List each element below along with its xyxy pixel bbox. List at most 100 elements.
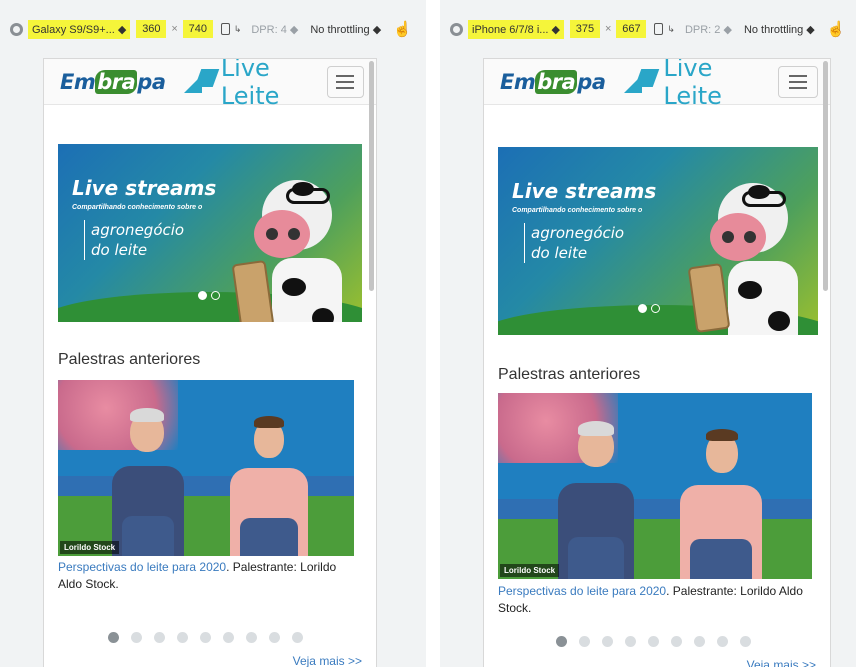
hero-carousel-dots [638,304,660,313]
speaker-right [226,416,312,556]
video-caption: Lorildo Stock [500,564,560,577]
pagination-dot[interactable] [671,636,682,647]
height-input[interactable]: 740 [182,20,213,38]
video-thumbnail[interactable]: Lorildo Stock [498,393,812,579]
pagination-dot[interactable] [717,636,728,647]
see-more-link[interactable]: Veja mais >> [747,658,816,667]
pagination-dot[interactable] [556,636,567,647]
live-leite-text: Live Leite [220,58,280,110]
talk-link[interactable]: Perspectivas do leite para 2020 [58,560,226,574]
hero-dot[interactable] [651,304,660,313]
live-leite-logo[interactable]: Live Leite [623,59,779,110]
embrapa-logo-part-1: Em [500,69,536,94]
pagination-dot[interactable] [223,632,234,643]
devtools-pane-right: iPhone 6/7/8 i... ◆ 375 × 667 ↳ DPR: 2 ◆… [440,0,856,667]
touch-hand-icon[interactable]: ☝ [827,20,846,38]
hamburger-menu-icon[interactable] [326,65,364,98]
live-leite-mark-icon [183,69,215,95]
cow-nostril [722,231,734,243]
hero-subtitle: Compartilhando conhecimento sobre o [512,207,643,214]
hamburger-menu-icon[interactable] [778,65,818,98]
pagination-dot[interactable] [246,632,257,643]
chrome-icon [10,22,23,36]
pagination-dots [108,632,303,643]
page-scrollbar[interactable] [823,61,828,291]
hero-tagline: agronegócio do leite [524,223,624,263]
hero-banner[interactable]: Live streams Compartilhando conhecimento… [58,144,362,322]
pagination-dot[interactable] [740,636,751,647]
device-toolbar: iPhone 6/7/8 i... ◆ 375 × 667 ↳ DPR: 2 ◆… [440,14,856,44]
speaker-left [108,406,188,556]
site-navbar: Embrapa Live Leite [44,59,376,110]
rotate-device-icon[interactable] [654,23,664,35]
device-select[interactable]: Galaxy S9/S9+... ◆ [28,19,131,39]
pagination-dot[interactable] [625,636,636,647]
page-scrollbar[interactable] [369,61,374,291]
pagination-dot[interactable] [200,632,211,643]
pagination-dot[interactable] [694,636,705,647]
pagination-dot[interactable] [154,632,165,643]
hero-tagline-line-2: do leite [91,241,148,259]
talk-description: Perspectivas do leite para 2020. Palestr… [58,559,358,593]
hero-subtitle: Compartilhando conhecimento sobre o [72,204,203,211]
touch-hand-icon[interactable]: ☝ [393,20,412,38]
video-caption: Lorildo Stock [60,541,120,554]
rotate-arrow-icon: ↳ [233,23,242,34]
embrapa-logo[interactable]: Embrapa [60,69,166,94]
rotate-arrow-icon: ↳ [667,23,675,34]
throttling-value: No throttling [310,23,370,36]
width-input[interactable]: 375 [569,20,600,38]
pagination-dot[interactable] [292,632,303,643]
cow-mascot [687,173,808,335]
dpr-value: DPR: 4 [251,23,287,36]
dimension-separator: × [171,23,178,35]
pagination-dot[interactable] [269,632,280,643]
device-viewport: Embrapa Live Leite Live streams Comparti… [43,58,377,667]
dpr-select[interactable]: DPR: 2 ◆ [685,23,732,36]
see-more-link[interactable]: Veja mais >> [293,654,362,667]
dpr-value: DPR: 2 [684,23,721,36]
dpr-select[interactable]: DPR: 4 ◆ [251,23,298,36]
embrapa-logo-part-2: bra [535,69,578,94]
pagination-dot[interactable] [648,636,659,647]
site-navbar: Embrapa Live Leite [484,59,830,110]
device-select[interactable]: iPhone 6/7/8 i... ◆ [468,19,564,39]
devtools-pane-left: Galaxy S9/S9+... ◆ 360 × 740 ↳ DPR: 4 ◆ … [0,0,426,667]
live-leite-logo[interactable]: Live Leite [183,58,327,110]
hero-dot[interactable] [198,291,207,300]
pagination-dots [556,636,751,647]
cow-nostril [266,228,278,240]
hero-dot[interactable] [211,291,220,300]
cow-nostril [744,231,756,243]
embrapa-logo-part-2: bra [95,69,138,94]
hero-tagline-line-1: agronegócio [91,221,185,239]
video-thumbnail[interactable]: Lorildo Stock [58,380,354,556]
hero-banner[interactable]: Live streams Compartilhando conhecimento… [498,147,818,335]
talk-link[interactable]: Perspectivas do leite para 2020 [498,584,666,598]
throttling-select[interactable]: No throttling ◆ [306,20,385,39]
hero-tagline: agronegócio do leite [84,220,184,260]
embrapa-logo[interactable]: Embrapa [500,69,606,94]
height-input[interactable]: 667 [616,20,647,38]
pagination-dot[interactable] [131,632,142,643]
cow-body [272,258,342,322]
cow-snout [254,210,310,258]
embrapa-logo-part-3: pa [137,69,166,94]
speaker-left [554,419,638,579]
device-toolbar: Galaxy S9/S9+... ◆ 360 × 740 ↳ DPR: 4 ◆ … [0,14,426,44]
cow-mascot [231,170,352,322]
pagination-dot[interactable] [579,636,590,647]
pagination-dot[interactable] [602,636,613,647]
hero-carousel-dots [198,291,220,300]
width-input[interactable]: 360 [136,20,167,38]
throttling-select[interactable]: No throttling ◆ [740,20,819,39]
rotate-device-icon[interactable] [220,23,230,35]
cow-nostril [288,228,300,240]
hero-dot[interactable] [638,304,647,313]
cow-body [728,261,798,335]
pagination-dot[interactable] [108,632,119,643]
device-viewport: Embrapa Live Leite Live streams Comparti… [483,58,831,667]
embrapa-logo-part-1: Em [60,69,96,94]
pagination-dot[interactable] [177,632,188,643]
throttling-value: No throttling [743,23,804,36]
